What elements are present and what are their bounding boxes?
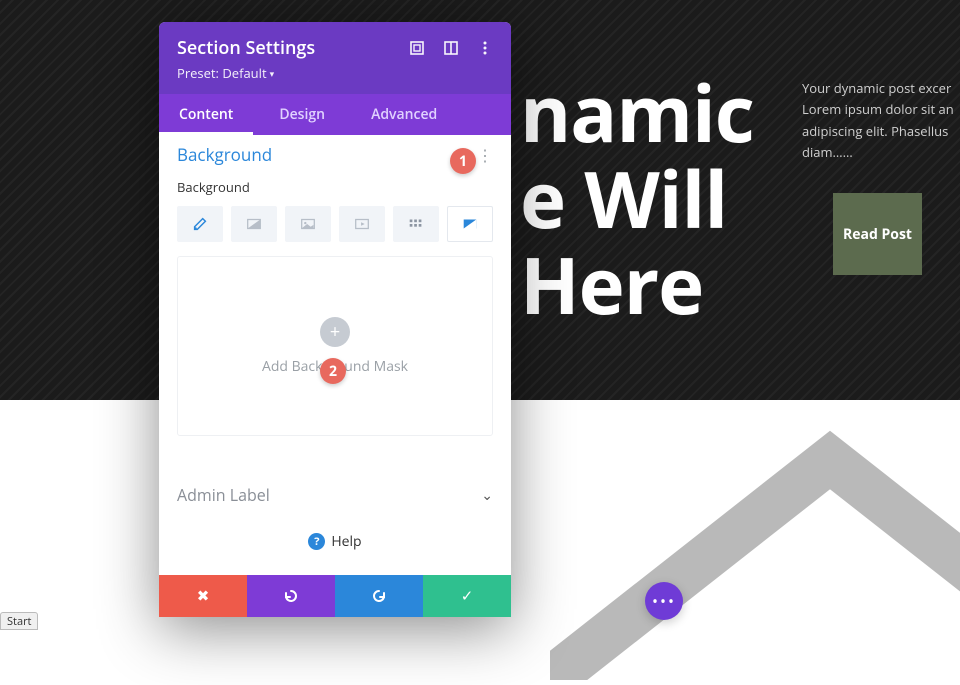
modal-header: Section Settings Preset: Default▾ <box>159 22 511 94</box>
expand-icon[interactable] <box>409 40 425 56</box>
hero-line-1: namic <box>520 70 754 156</box>
help-button[interactable]: ? Help <box>177 520 493 565</box>
undo-button[interactable] <box>247 575 335 617</box>
cancel-button[interactable]: ✖ <box>159 575 247 617</box>
read-post-button[interactable]: Read Post <box>833 193 922 275</box>
hero-title: namic e Will Here <box>520 70 754 327</box>
annotation-badge-1: 1 <box>450 148 476 174</box>
hero-line-2: e Will <box>520 156 754 242</box>
hero-line-3: Here <box>520 242 754 328</box>
tab-advanced[interactable]: Advanced <box>351 94 457 135</box>
responsive-icon[interactable] <box>443 40 459 56</box>
bg-tab-color[interactable] <box>177 206 223 242</box>
plus-icon: + <box>320 317 350 347</box>
bg-tab-video[interactable] <box>339 206 385 242</box>
help-label: Help <box>331 532 361 551</box>
start-button[interactable]: Start <box>0 612 38 630</box>
background-label: Background <box>177 178 493 196</box>
panel-content: Background ⌃ ⋮ Background <box>159 135 511 575</box>
admin-label-section[interactable]: Admin Label <box>177 484 270 506</box>
tab-design[interactable]: Design <box>259 94 345 135</box>
background-type-tabs <box>177 206 493 242</box>
help-icon: ? <box>308 533 325 550</box>
expand-icon[interactable]: ⌄ <box>481 486 493 505</box>
bg-tab-mask[interactable] <box>447 206 493 242</box>
modal-title: Section Settings <box>177 36 315 60</box>
section-kebab-icon[interactable]: ⋮ <box>477 147 493 163</box>
save-button[interactable]: ✓ <box>423 575 511 617</box>
dots-icon: ••• <box>652 590 676 612</box>
decorative-angle <box>550 420 960 680</box>
bg-tab-pattern[interactable] <box>393 206 439 242</box>
modal-footer: ✖ ✓ <box>159 575 511 617</box>
preset-label: Preset: Default <box>177 64 267 82</box>
add-background-mask-button[interactable]: + Add Background Mask <box>177 256 493 436</box>
caret-down-icon: ▾ <box>270 67 275 80</box>
annotation-badge-2: 2 <box>320 358 346 384</box>
kebab-icon[interactable] <box>477 40 493 56</box>
background-section-title[interactable]: Background <box>177 143 272 166</box>
tab-content[interactable]: Content <box>159 94 253 135</box>
preset-dropdown[interactable]: Preset: Default▾ <box>177 64 493 82</box>
modal-tabs: Content Design Advanced <box>159 94 511 135</box>
section-fab-button[interactable]: ••• <box>645 582 683 620</box>
section-settings-modal: Section Settings Preset: Default▾ Conten… <box>159 22 511 617</box>
redo-button[interactable] <box>335 575 423 617</box>
bg-tab-gradient[interactable] <box>231 206 277 242</box>
post-excerpt: Your dynamic post excer Lorem ipsum dolo… <box>802 78 960 164</box>
bg-tab-image[interactable] <box>285 206 331 242</box>
